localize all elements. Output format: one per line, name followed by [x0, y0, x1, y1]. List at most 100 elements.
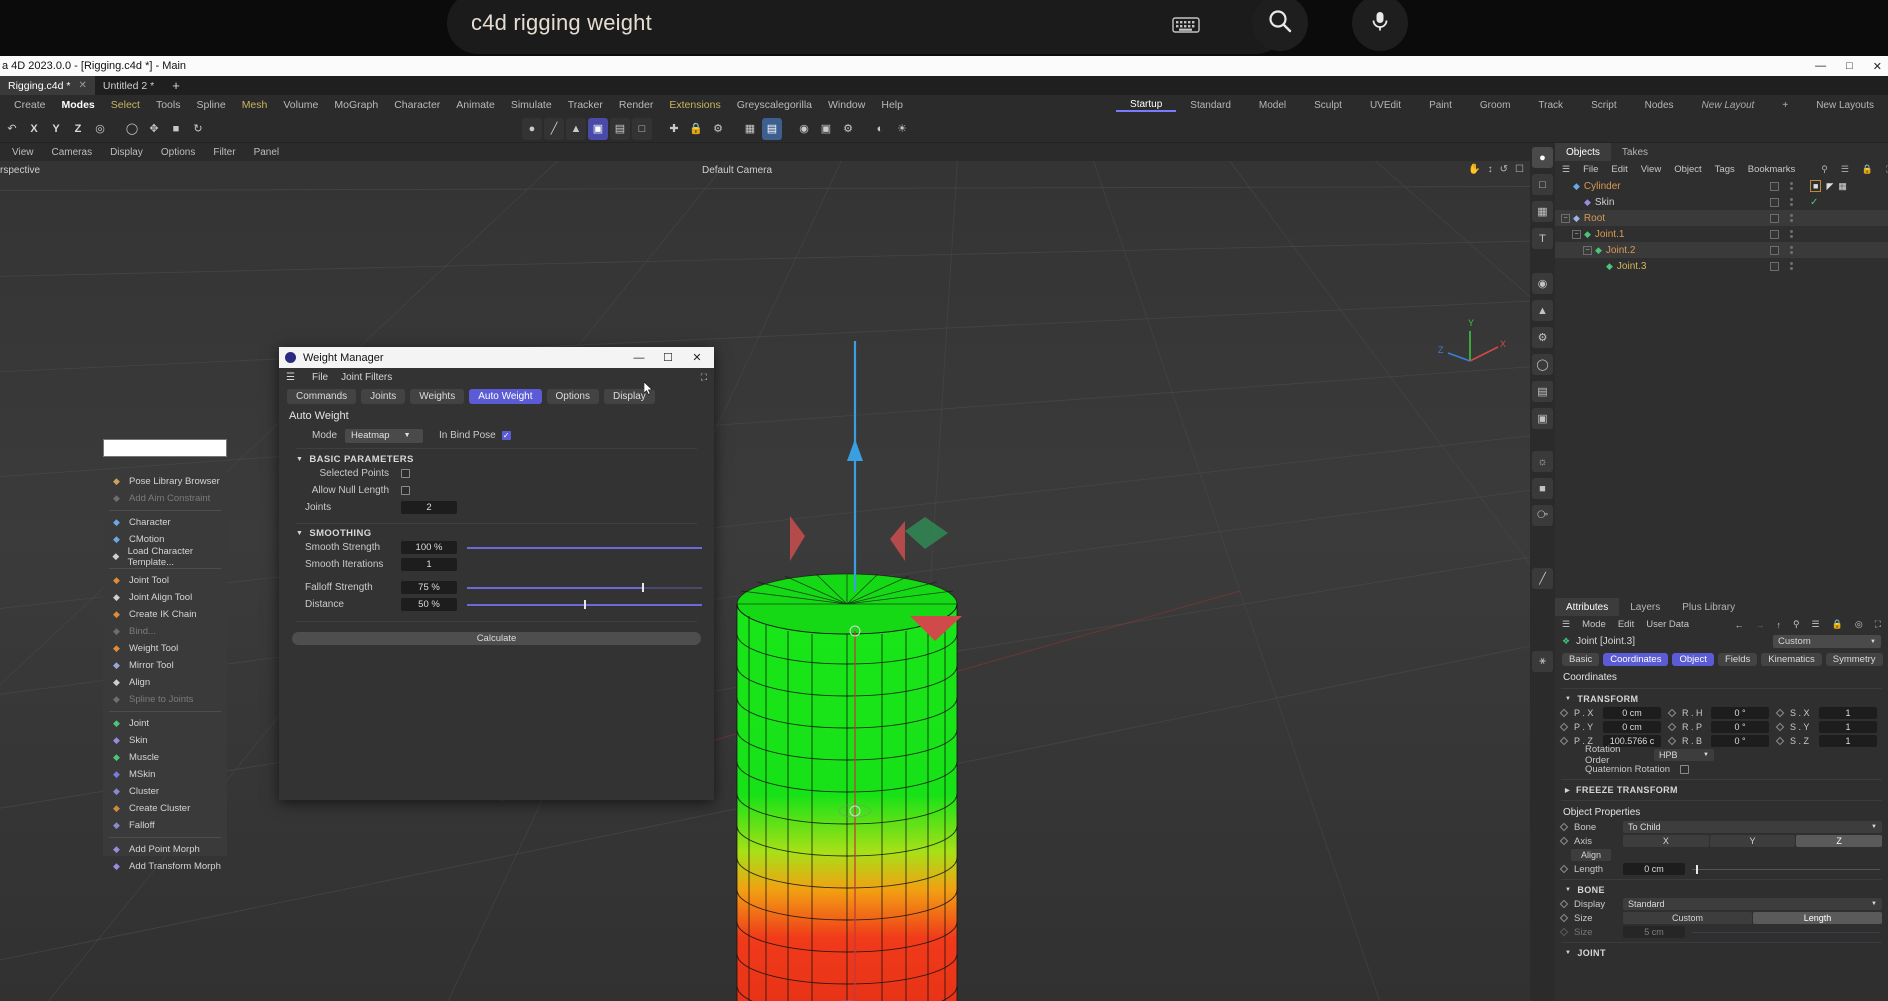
object-row[interactable]: ◆ Skin ✓ — [1555, 194, 1888, 210]
text-tool-icon[interactable]: T — [1532, 228, 1553, 249]
obj-menu-edit[interactable]: Edit — [1611, 164, 1627, 175]
position-keyframe-dot[interactable] — [1559, 708, 1569, 718]
graph-editor-icon[interactable]: ▣ — [1532, 408, 1553, 429]
wm-menu-joint-filters[interactable]: Joint Filters — [341, 372, 392, 383]
viewport-menu-cameras[interactable]: Cameras — [44, 147, 101, 158]
filter-icon[interactable]: ☰ — [1812, 619, 1820, 630]
menu-animate[interactable]: Animate — [448, 99, 503, 111]
context-menu-item-pose-library-browser[interactable]: ◆ Pose Library Browser — [103, 473, 227, 490]
lock-icon[interactable]: 🔒 — [1832, 619, 1843, 630]
property-tab-object[interactable]: Object — [1672, 653, 1714, 666]
snap-grid-icon[interactable]: ▦ — [740, 118, 760, 140]
context-menu-item-character[interactable]: ◆ Character — [103, 514, 227, 531]
command-search-field[interactable] — [103, 439, 227, 457]
menu-extensions[interactable]: Extensions — [661, 99, 728, 111]
axis-option-x[interactable]: X — [1623, 835, 1709, 847]
lock-icon[interactable]: 🔒 — [1862, 164, 1873, 175]
size-keyframe-dot[interactable] — [1559, 913, 1569, 923]
property-tab-symmetry[interactable]: Symmetry — [1825, 653, 1883, 666]
objects-panel-tab-takes[interactable]: Takes — [1611, 143, 1659, 161]
viewport-menu-panel[interactable]: Panel — [246, 147, 288, 158]
position-keyframe-dot[interactable] — [1559, 736, 1569, 746]
scale-tool-icon[interactable]: ■ — [166, 118, 186, 140]
object-row[interactable]: − ◆ Root — [1555, 210, 1888, 226]
context-menu-item-cluster[interactable]: ◆ Cluster — [103, 783, 227, 800]
picture-viewer-icon[interactable]: ■ — [1532, 478, 1553, 499]
obj-menu-view[interactable]: View — [1641, 164, 1661, 175]
weight-tag-icon[interactable]: ▦ — [1838, 181, 1847, 192]
allow-null-length-checkbox[interactable] — [401, 486, 410, 495]
calculate-button[interactable]: Calculate — [292, 632, 701, 645]
layout-preset-standard[interactable]: Standard — [1176, 100, 1245, 111]
object-visibility-toggle[interactable] — [1770, 213, 1779, 223]
object-row[interactable]: ◆ Joint.3 — [1555, 258, 1888, 274]
axis-option-z[interactable]: Z — [1796, 835, 1883, 847]
mode-dropdown[interactable]: Heatmap ▼ — [345, 428, 423, 443]
scale-keyframe-dot[interactable] — [1775, 708, 1785, 718]
wm-close-button[interactable]: ✕ — [686, 351, 708, 364]
smooth-iterations-input[interactable]: 1 — [401, 558, 457, 571]
deformer-icon[interactable]: ◐ — [870, 118, 890, 140]
render-settings-icon[interactable]: ⚙ — [838, 118, 858, 140]
maximize-view-icon[interactable]: ☐ — [1515, 164, 1524, 175]
attributes-panel-tab-plus-library[interactable]: Plus Library — [1671, 598, 1746, 616]
layout-preset-uvedit[interactable]: UVEdit — [1356, 100, 1415, 111]
distance-input[interactable]: 50 % — [401, 598, 457, 611]
pan-icon[interactable]: ✋ — [1468, 164, 1480, 175]
phong-tag-icon[interactable]: ■ — [1810, 180, 1822, 192]
zoom-icon[interactable]: ↕ — [1488, 164, 1493, 175]
joints-input[interactable]: 2 — [401, 501, 457, 514]
back-arrow-icon[interactable]: ← — [1734, 620, 1743, 630]
align-button[interactable]: Align — [1571, 849, 1611, 861]
scale-input[interactable]: 1 — [1819, 707, 1877, 719]
rotate-view-icon[interactable]: ↺ — [1500, 164, 1508, 175]
polygons-mode-icon[interactable]: ▲ — [566, 117, 586, 140]
axis-y-button[interactable]: Y — [46, 118, 66, 140]
node-editor-icon[interactable]: ⧂ — [1532, 505, 1553, 526]
axis-keyframe-dot[interactable] — [1559, 836, 1569, 846]
length-input[interactable]: 0 cm — [1623, 863, 1685, 875]
settings-icon[interactable]: ⚙ — [1532, 327, 1553, 348]
timeline-icon[interactable]: ▤ — [1532, 381, 1553, 402]
object-visibility-dots[interactable] — [1790, 214, 1793, 222]
render-region-icon[interactable]: ▣ — [816, 118, 836, 140]
context-menu-item-mskin[interactable]: ◆ MSkin — [103, 766, 227, 783]
search-button[interactable] — [1252, 0, 1308, 51]
object-manager-icon[interactable]: ● — [1532, 147, 1553, 168]
filter-icon[interactable]: ☰ — [1841, 164, 1849, 175]
object-visibility-toggle[interactable] — [1770, 261, 1779, 271]
layout-preset-script[interactable]: Script — [1577, 100, 1631, 111]
weight-manager-tab-commands[interactable]: Commands — [287, 389, 357, 404]
object-visibility-dots[interactable] — [1790, 182, 1793, 190]
menu-help[interactable]: Help — [873, 99, 911, 111]
weight-manager-tab-auto-weight[interactable]: Auto Weight — [469, 389, 542, 404]
layout-preset-sculpt[interactable]: Sculpt — [1300, 100, 1356, 111]
menu-select[interactable]: Select — [103, 99, 148, 111]
layout-preset-track[interactable]: Track — [1524, 100, 1577, 111]
viewport-menu-options[interactable]: Options — [153, 147, 203, 158]
up-arrow-icon[interactable]: ↑ — [1776, 620, 1781, 630]
menu-mesh[interactable]: Mesh — [234, 99, 276, 111]
rotation-input[interactable]: 0 ° — [1711, 721, 1769, 733]
menu-greyscalegorilla[interactable]: Greyscalegorilla — [729, 99, 820, 111]
freeze-transform-section[interactable]: ▶ FREEZE TRANSFORM — [1555, 783, 1888, 797]
size-option-length[interactable]: Length — [1753, 912, 1882, 924]
menu-create[interactable]: Create — [6, 99, 54, 111]
obj-menu-bookmarks[interactable]: Bookmarks — [1748, 164, 1796, 175]
maximize-button[interactable]: □ — [1846, 60, 1853, 72]
close-button[interactable]: ✕ — [1873, 60, 1882, 73]
minimize-button[interactable]: — — [1815, 60, 1826, 72]
world-object-toggle-icon[interactable]: ◎ — [90, 118, 110, 140]
object-visibility-toggle[interactable] — [1770, 197, 1779, 207]
context-menu-item-skin[interactable]: ◆ Skin — [103, 732, 227, 749]
objects-panel-tab-objects[interactable]: Objects — [1555, 143, 1611, 161]
tree-expander-icon[interactable]: − — [1583, 245, 1592, 255]
menu-tools[interactable]: Tools — [148, 99, 189, 111]
hamburger-icon[interactable]: ☰ — [1562, 164, 1570, 175]
transform-section[interactable]: ▼ TRANSFORM — [1555, 692, 1888, 706]
object-tags[interactable]: ■ ◤ ▦ — [1810, 180, 1847, 192]
rotation-keyframe-dot[interactable] — [1667, 708, 1677, 718]
object-visibility-dots[interactable] — [1790, 230, 1793, 238]
quantize-icon[interactable]: ⚙ — [708, 118, 728, 140]
wm-maximize-button[interactable]: ☐ — [657, 351, 679, 364]
